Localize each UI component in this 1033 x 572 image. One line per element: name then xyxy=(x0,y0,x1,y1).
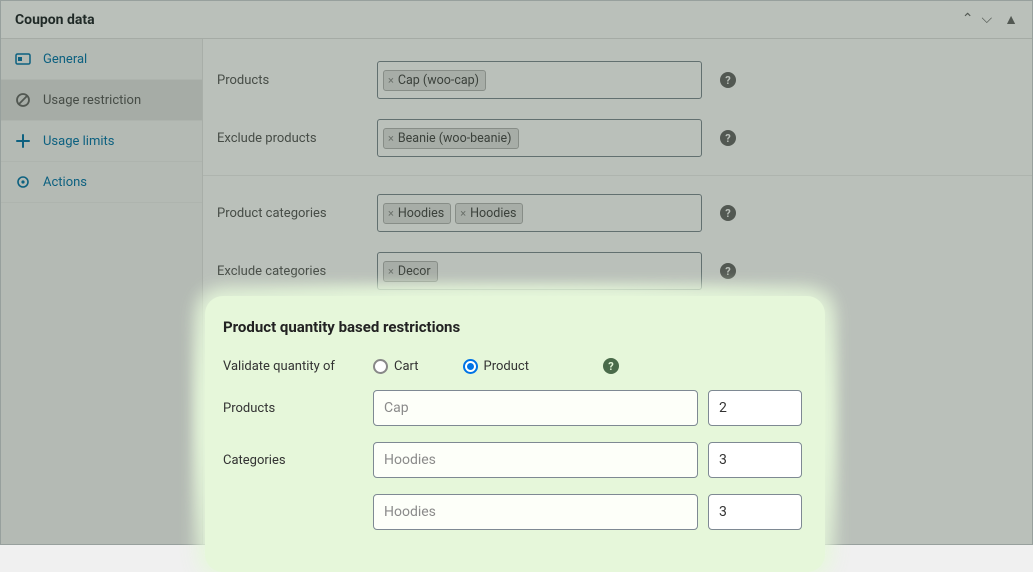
field-label: Exclude categories xyxy=(217,264,367,279)
sidebar-item-usage-restriction[interactable]: Usage restriction xyxy=(1,80,202,121)
ban-icon xyxy=(15,92,31,108)
qty-value: 3 xyxy=(719,504,727,520)
sidebar-item-label: Actions xyxy=(43,175,87,190)
radio-label: Cart xyxy=(394,359,419,374)
panel-header: Coupon data ⌃ ⌵ ▲ xyxy=(1,1,1032,39)
help-icon[interactable]: ? xyxy=(720,205,736,221)
radio-group: Cart Product ? xyxy=(373,358,619,374)
highlight-section: Product quantity based restrictions Vali… xyxy=(205,296,825,572)
select-value: Hoodies xyxy=(384,452,436,468)
categories-select[interactable]: Hoodies xyxy=(373,494,698,530)
radio-icon xyxy=(373,359,388,374)
panel-controls: ⌃ ⌵ ▲ xyxy=(962,11,1018,28)
categories-qty-row: Categories Hoodies 3 xyxy=(223,442,805,478)
panel-title: Coupon data xyxy=(15,12,962,28)
sidebar-item-general[interactable]: General xyxy=(1,39,202,80)
row-label: Products xyxy=(223,401,373,416)
remove-tag-icon[interactable]: × xyxy=(388,265,394,278)
categories-qty-input[interactable]: 3 xyxy=(708,442,802,478)
row-label: Categories xyxy=(223,453,373,468)
select-value: Hoodies xyxy=(384,504,436,520)
tag-cap[interactable]: × Cap (woo-cap) xyxy=(383,70,486,91)
remove-tag-icon[interactable]: × xyxy=(388,74,394,87)
field-products: Products × Cap (woo-cap) ? xyxy=(203,51,1032,109)
collapse-icon[interactable]: ▲ xyxy=(1004,11,1018,28)
products-input[interactable]: × Cap (woo-cap) xyxy=(377,61,702,99)
field-exclude-categories: Exclude categories × Decor ? xyxy=(203,242,1032,300)
field-label: Products xyxy=(217,73,367,88)
tag-label: Beanie (woo-beanie) xyxy=(398,131,512,146)
sidebar: General Usage restriction Usage limits A… xyxy=(1,39,203,544)
field-product-categories: Product categories × Hoodies × Hoodies ? xyxy=(203,184,1032,242)
categories-qty-input[interactable]: 3 xyxy=(708,494,802,530)
chevron-down-icon[interactable]: ⌵ xyxy=(982,11,993,28)
tag-hoodies[interactable]: × Hoodies xyxy=(455,203,523,224)
select-value: Cap xyxy=(384,400,409,416)
sidebar-item-usage-limits[interactable]: Usage limits xyxy=(1,121,202,162)
categories-qty-row-2: Hoodies 3 xyxy=(223,494,805,530)
radio-label: Product xyxy=(484,359,529,374)
sidebar-item-label: General xyxy=(43,52,87,67)
tag-hoodies[interactable]: × Hoodies xyxy=(383,203,451,224)
tag-label: Hoodies xyxy=(470,206,516,221)
tag-decor[interactable]: × Decor xyxy=(383,261,438,282)
products-select[interactable]: Cap xyxy=(373,390,698,426)
chevron-up-icon[interactable]: ⌃ xyxy=(962,11,974,28)
product-categories-input[interactable]: × Hoodies × Hoodies xyxy=(377,194,702,232)
categories-select[interactable]: Hoodies xyxy=(373,442,698,478)
qty-value: 2 xyxy=(719,400,727,416)
exclude-categories-input[interactable]: × Decor xyxy=(377,252,702,290)
id-card-icon xyxy=(15,51,31,67)
tag-beanie[interactable]: × Beanie (woo-beanie) xyxy=(383,128,519,149)
products-qty-row: Products Cap 2 xyxy=(223,390,805,426)
help-icon[interactable]: ? xyxy=(603,358,619,374)
radio-icon xyxy=(463,359,478,374)
remove-tag-icon[interactable]: × xyxy=(388,132,394,145)
tag-label: Hoodies xyxy=(398,206,444,221)
qty-value: 3 xyxy=(719,452,727,468)
help-icon[interactable]: ? xyxy=(720,263,736,279)
validate-label: Validate quantity of xyxy=(223,359,373,374)
gear-icon xyxy=(15,174,31,190)
radio-product[interactable]: Product xyxy=(463,359,529,374)
exclude-products-input[interactable]: × Beanie (woo-beanie) xyxy=(377,119,702,157)
radio-cart[interactable]: Cart xyxy=(373,359,419,374)
highlight-title: Product quantity based restrictions xyxy=(223,318,805,336)
sidebar-item-label: Usage restriction xyxy=(43,93,141,108)
help-icon[interactable]: ? xyxy=(720,72,736,88)
field-label: Product categories xyxy=(217,206,367,221)
products-qty-input[interactable]: 2 xyxy=(708,390,802,426)
remove-tag-icon[interactable]: × xyxy=(388,207,394,220)
sidebar-item-label: Usage limits xyxy=(43,134,114,149)
field-label: Exclude products xyxy=(217,131,367,146)
radio-dot-icon xyxy=(467,363,474,370)
tag-label: Decor xyxy=(398,264,431,279)
validate-quantity-row: Validate quantity of Cart Product ? xyxy=(223,358,805,374)
plus-icon xyxy=(15,133,31,149)
sidebar-item-actions[interactable]: Actions xyxy=(1,162,202,203)
field-exclude-products: Exclude products × Beanie (woo-beanie) ? xyxy=(203,109,1032,167)
remove-tag-icon[interactable]: × xyxy=(460,207,466,220)
help-icon[interactable]: ? xyxy=(720,130,736,146)
divider xyxy=(203,175,1032,176)
tag-label: Cap (woo-cap) xyxy=(398,73,479,88)
